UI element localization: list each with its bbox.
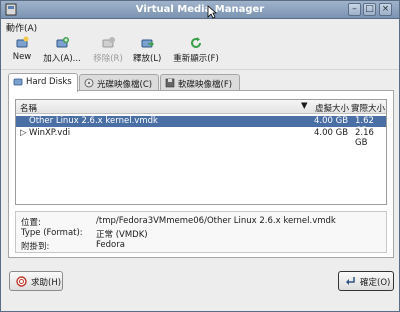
disk-name: WinXP.vdi: [29, 128, 71, 138]
list-item[interactable]: ▷ WinXP.vdi 4.00 GB 2.16 GB: [16, 128, 386, 148]
expander-icon[interactable]: ▷: [20, 128, 28, 138]
optical-disc-icon: [84, 78, 94, 88]
tab-hard-disks-label: Hard Disks: [26, 77, 72, 87]
menu-bar: 動作(A): [1, 19, 399, 34]
help-label: 求助(H): [31, 278, 62, 288]
help-button[interactable]: 求助(H): [9, 271, 63, 291]
minimize-button[interactable]: –: [348, 3, 361, 16]
mouse-cursor-icon: [207, 5, 217, 19]
maximize-button[interactable]: □: [363, 3, 376, 16]
column-virtual-size[interactable]: 虛擬大小: [315, 102, 349, 114]
list-header: 名稱 ▼ 虛擬大小 實際大小: [16, 100, 386, 114]
tab-floppy-images[interactable]: 軟碟映像檔(F): [160, 74, 240, 91]
remove-label: 移除(R): [93, 54, 123, 64]
window-title: Virtual Media Manager: [135, 4, 265, 15]
add-button[interactable]: 加入(A)...: [41, 36, 83, 68]
title-bar[interactable]: Virtual Media Manager – □ ×: [1, 1, 399, 19]
attached-to-label: 附掛到:: [21, 242, 50, 252]
enter-arrow-icon: [346, 277, 355, 285]
refresh-label: 重新顯示(F): [173, 54, 219, 64]
new-label: New: [12, 52, 32, 62]
release-label: 釋放(L): [133, 54, 162, 64]
refresh-button[interactable]: 重新顯示(F): [173, 36, 219, 68]
tab-optical-images[interactable]: 光碟映像檔(C): [79, 74, 159, 91]
type-format-value: 正常 (VMDK): [96, 230, 148, 240]
add-label: 加入(A)...: [43, 54, 81, 64]
column-name[interactable]: 名稱: [20, 102, 37, 114]
column-actual-size[interactable]: 實際大小: [351, 102, 385, 114]
new-button[interactable]: New: [11, 36, 33, 68]
location-value: /tmp/Fedora3VMmeme06/Other Linux 2.6.x k…: [96, 216, 336, 226]
help-icon: [16, 276, 27, 287]
disk-virtual-size: 4.00 GB: [314, 128, 349, 138]
media-tabs: Hard Disks 光碟映像檔(C) 軟碟映像檔(F): [8, 73, 394, 92]
sort-down-icon: ▼: [301, 101, 308, 111]
disk-actual-size: 2.16 GB: [355, 128, 374, 148]
hard-disk-icon: [13, 78, 23, 86]
ok-label: 確定(O): [360, 278, 391, 288]
toolbar: New 加入(A)... 移除(R) 釋放(L) 重新顯示(F): [1, 34, 399, 70]
location-label: 位置:: [21, 218, 41, 228]
virtual-media-manager-window: Virtual Media Manager – □ × 動作(A) New 加入…: [0, 0, 400, 312]
disk-virtual-size: 4.00 GB: [314, 116, 349, 126]
type-format-label: Type (Format):: [21, 228, 83, 238]
remove-disk-icon: [102, 37, 115, 48]
remove-button[interactable]: 移除(R): [91, 36, 125, 68]
disk-info-panel: 位置: /tmp/Fedora3VMmeme06/Other Linux 2.6…: [15, 211, 387, 253]
tab-floppy-images-label: 軟碟映像檔(F): [178, 80, 233, 90]
add-disk-icon: [56, 37, 69, 48]
new-disk-icon: [16, 36, 29, 48]
hard-disks-panel: 名稱 ▼ 虛擬大小 實際大小 Other Linux 2.6.x kernel.…: [8, 90, 394, 258]
refresh-icon: [191, 37, 201, 48]
ok-button[interactable]: 確定(O): [338, 271, 394, 291]
media-list[interactable]: 名稱 ▼ 虛擬大小 實際大小 Other Linux 2.6.x kernel.…: [15, 99, 387, 205]
attached-to-value: Fedora: [96, 240, 125, 250]
disk-name: Other Linux 2.6.x kernel.vmdk: [29, 116, 158, 126]
list-item[interactable]: Other Linux 2.6.x kernel.vmdk 4.00 GB 1.…: [16, 116, 386, 136]
close-button[interactable]: ×: [379, 3, 392, 16]
release-button[interactable]: 釋放(L): [133, 36, 161, 68]
menu-actions[interactable]: 動作(A): [6, 21, 37, 34]
tab-optical-images-label: 光碟映像檔(C): [97, 80, 153, 90]
floppy-icon: [165, 78, 175, 88]
tab-hard-disks[interactable]: Hard Disks: [8, 73, 78, 92]
release-disk-icon: [141, 39, 154, 48]
